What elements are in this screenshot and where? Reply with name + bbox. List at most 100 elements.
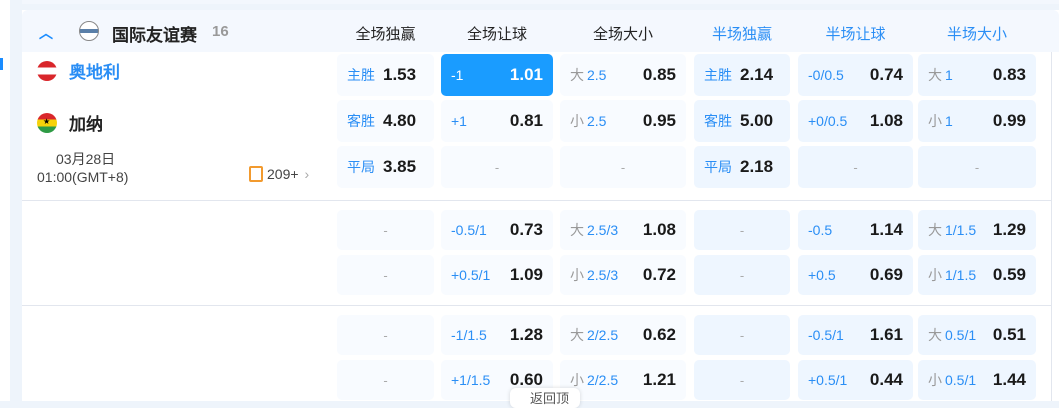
odds-cell-ft-overunder[interactable]: 大 2/2.5 0.62 — [560, 315, 686, 355]
odds-value: 0.83 — [992, 65, 1026, 84]
odds-side-label: 大 — [928, 222, 942, 238]
austria-flag-icon — [37, 60, 57, 81]
away-team[interactable]: 加纳 — [37, 110, 103, 135]
col-header-ht-1x2: 半场独赢 — [711, 26, 772, 43]
odds-cell-ft-overunder[interactable]: 大 2.5/3 1.08 — [560, 210, 686, 250]
odds-cell-ht-1x2[interactable]: 平局 2.18 — [694, 146, 790, 188]
odds-value: 3.85 — [383, 157, 417, 176]
odds-value: 1.14 — [869, 220, 903, 239]
odds-value: 1.08 — [642, 220, 676, 239]
odds-cell-ht-handicap[interactable]: -0.5/1 1.61 — [798, 315, 913, 355]
odds-value: 0.60 — [509, 370, 543, 389]
odds-cell-ht-handicap[interactable]: - — [798, 146, 913, 188]
odds-value: 0.81 — [509, 111, 543, 130]
odds-cell-ht-handicap[interactable]: +0/0.5 1.08 — [798, 100, 913, 142]
odds-cell-ht-handicap[interactable]: +0.5/1 0.44 — [798, 360, 913, 400]
col-header-ft-1x2: 全场独赢 — [355, 26, 416, 43]
odds-value: 1.08 — [869, 111, 903, 130]
odds-side-label: 小 — [928, 267, 942, 283]
back-to-top-button[interactable]: 返回顶部 — [510, 388, 580, 408]
scrollbar-track[interactable] — [1051, 52, 1052, 401]
odds-line-label: 2/2.5 — [587, 327, 619, 343]
odds-side-label: 小 — [928, 372, 942, 388]
odds-line-label: 2.5/3 — [587, 222, 619, 238]
odds-cell-ft-1x2[interactable]: - — [337, 315, 434, 355]
odds-line-label: 客胜 — [347, 113, 375, 129]
league-panel: ︿ 国际友谊赛 16 全场独赢 全场让球 全场大小 半场独赢 半场让球 半场大小… — [22, 10, 1059, 401]
odds-cell-ht-handicap[interactable]: -0.5 1.14 — [798, 210, 913, 250]
odds-cell-ht-1x2[interactable]: 主胜 2.14 — [694, 54, 790, 96]
odds-value: 0.59 — [992, 265, 1026, 284]
odds-value: 0.85 — [642, 65, 676, 84]
chevron-right-icon: › — [304, 166, 310, 182]
more-markets-link[interactable]: 209+ › — [249, 166, 309, 182]
odds-cell-ht-handicap[interactable]: +0.5 0.69 — [798, 255, 913, 295]
odds-line-label: +1/1.5 — [451, 372, 491, 388]
odds-cell-ft-1x2[interactable]: - — [337, 210, 434, 250]
odds-cell-ht-1x2[interactable]: - — [694, 315, 790, 355]
odds-value: 0.62 — [642, 325, 676, 344]
odds-cell-ft-overunder[interactable]: 小 2.5 0.95 — [560, 100, 686, 142]
league-logo-icon — [79, 21, 99, 41]
odds-cell-ft-1x2[interactable]: - — [337, 255, 434, 295]
odds-side-label: 大 — [570, 222, 584, 238]
odds-cell-ht-1x2[interactable]: - — [694, 255, 790, 295]
odds-line-label: 2.5 — [587, 113, 607, 129]
odds-cell-ht-handicap[interactable]: -0/0.5 0.74 — [798, 54, 913, 96]
odds-cell-ft-1x2[interactable]: 平局 3.85 — [337, 146, 434, 188]
ghana-flag-icon — [37, 112, 57, 133]
odds-cell-ft-handicap[interactable]: +1 0.81 — [441, 100, 553, 142]
odds-value: 1.61 — [869, 325, 903, 344]
odds-cell-ft-1x2[interactable]: 客胜 4.80 — [337, 100, 434, 142]
odds-value: 5.00 — [740, 111, 774, 130]
odds-line-label: -1/1.5 — [451, 327, 487, 343]
league-header[interactable]: ︿ 国际友谊赛 16 全场独赢 全场让球 全场大小 半场独赢 半场让球 半场大小 — [22, 10, 1059, 52]
odds-cell-ft-handicap[interactable]: - — [441, 146, 553, 188]
odds-line-label: +1 — [451, 113, 467, 129]
group-divider — [22, 200, 1051, 201]
odds-cell-ht-overunder[interactable]: 大 0.5/1 0.51 — [918, 315, 1036, 355]
odds-cell-ft-handicap[interactable]: -1/1.5 1.28 — [441, 315, 553, 355]
odds-cell-ft-1x2[interactable]: - — [337, 360, 434, 400]
odds-line-label: -0.5 — [808, 222, 833, 238]
home-team[interactable]: 奥地利 — [37, 58, 120, 83]
odds-cell-ft-overunder[interactable]: 大 2.5 0.85 — [560, 54, 686, 96]
odds-value: 1.21 — [642, 370, 676, 389]
odds-cell-ft-handicap[interactable]: -1 1.01 — [441, 54, 553, 96]
odds-cell-ht-overunder[interactable]: 小 1 0.99 — [918, 100, 1036, 142]
odds-cell-ht-overunder[interactable]: 小 1/1.5 0.59 — [918, 255, 1036, 295]
odds-value: 1.01 — [509, 65, 543, 84]
odds-value: 0.51 — [992, 325, 1026, 344]
odds-cell-ht-1x2[interactable]: - — [694, 210, 790, 250]
odds-cell-ht-1x2[interactable]: 客胜 5.00 — [694, 100, 790, 142]
odds-cell-ft-overunder[interactable]: 小 2.5/3 0.72 — [560, 255, 686, 295]
odds-line-label: -0/0.5 — [808, 67, 844, 83]
odds-line-label: 1/1.5 — [945, 267, 977, 283]
odds-line-label: 1/1.5 — [945, 222, 977, 238]
odds-cell-ft-handicap[interactable]: +0.5/1 1.09 — [441, 255, 553, 295]
league-name: 国际友谊赛 — [112, 26, 197, 45]
odds-value: 0.74 — [869, 65, 903, 84]
odds-cell-ft-1x2[interactable]: 主胜 1.53 — [337, 54, 434, 96]
odds-line-label: 2.5/3 — [587, 267, 619, 283]
odds-cell-ht-1x2[interactable]: - — [694, 360, 790, 400]
odds-cell-ft-handicap[interactable]: -0.5/1 0.73 — [441, 210, 553, 250]
col-header-ht-overunder: 半场大小 — [946, 26, 1007, 43]
match-date: 03月28日 — [56, 151, 116, 167]
odds-cell-ht-overunder[interactable]: 大 1 0.83 — [918, 54, 1036, 96]
odds-cell-ht-overunder[interactable]: 小 0.5/1 1.44 — [918, 360, 1036, 400]
odds-line-label: -0.5/1 — [451, 222, 487, 238]
odds-line-label: 1 — [945, 67, 953, 83]
match-kickoff: 01:00(GMT+8) — [37, 169, 129, 185]
odds-cell-ht-overunder[interactable]: - — [918, 146, 1036, 188]
away-team-name: 加纳 — [69, 115, 103, 134]
odds-cell-ht-overunder[interactable]: 大 1/1.5 1.29 — [918, 210, 1036, 250]
odds-value: 2.18 — [740, 157, 774, 176]
col-header-ft-overunder: 全场大小 — [592, 26, 653, 43]
odds-value: 0.72 — [642, 265, 676, 284]
odds-line-label: 主胜 — [347, 67, 375, 83]
odds-line-label: 2/2.5 — [587, 372, 619, 388]
odds-cell-ft-overunder[interactable]: - — [560, 146, 686, 188]
col-header-ht-handicap: 半场让球 — [825, 26, 886, 43]
chevron-up-icon[interactable]: ︿ — [39, 23, 53, 41]
